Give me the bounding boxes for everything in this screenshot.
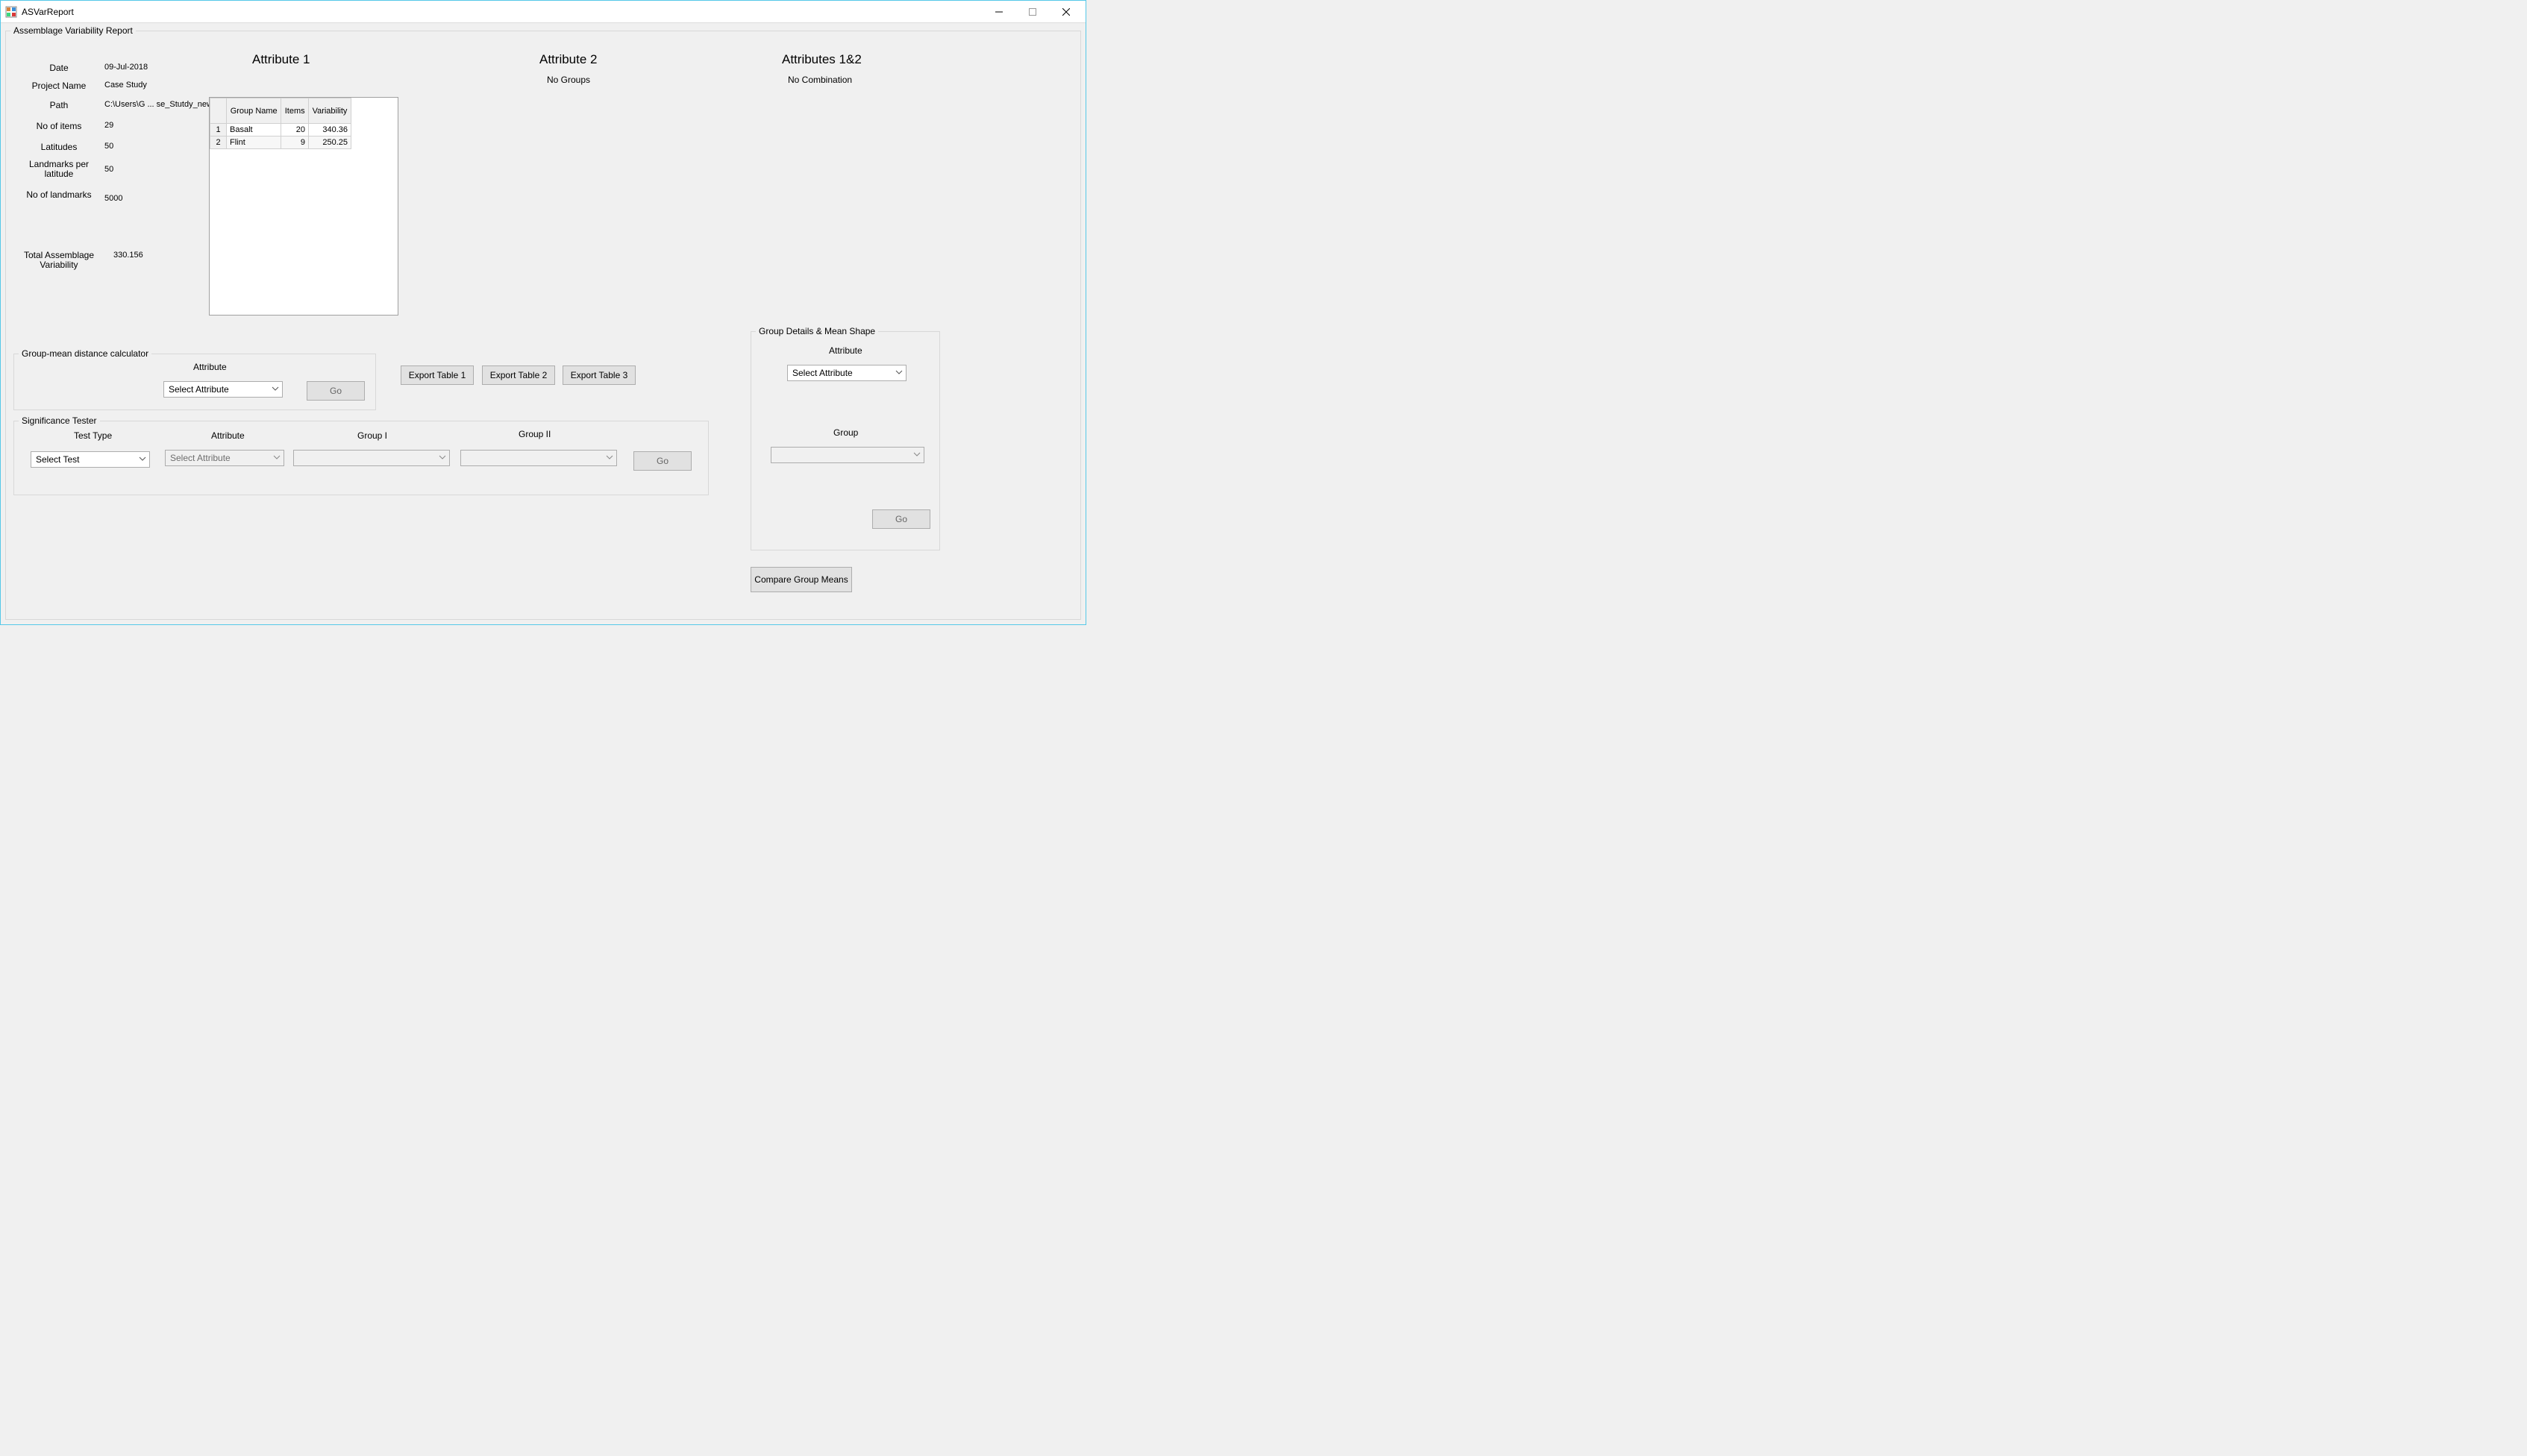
group-mean-attr-label: Attribute [193, 362, 227, 372]
window-title: ASVarReport [22, 7, 74, 17]
row-items: No of items 29 [18, 121, 113, 131]
value-project: Case Study [104, 81, 147, 91]
value-tav: 330.156 [113, 251, 143, 270]
label-date: Date [18, 63, 100, 73]
details-group-label: Group [833, 427, 858, 438]
sig-g2-label: Group II [519, 429, 551, 439]
details-attr-select[interactable]: Select Attribute [787, 365, 906, 381]
chevron-down-icon [913, 451, 921, 458]
close-icon [1062, 8, 1070, 16]
row-lpl: Landmarks per latitude 50 [18, 160, 113, 179]
label-items: No of items [18, 121, 100, 131]
table-row[interactable]: 1 Basalt 20 340.36 [210, 124, 351, 136]
label-nlm: No of landmarks [18, 189, 100, 203]
details-group-select[interactable] [771, 447, 924, 463]
export-table-3-button[interactable]: Export Table 3 [563, 365, 636, 385]
group-mean-attr-select[interactable]: Select Attribute [163, 381, 283, 398]
minimize-button[interactable] [982, 1, 1015, 22]
value-lpl: 50 [104, 165, 113, 174]
attr2-heading: Attribute 2 [539, 52, 598, 67]
report-legend: Assemblage Variability Report [10, 25, 136, 36]
chevron-down-icon [606, 454, 613, 461]
maximize-button[interactable] [1015, 1, 1049, 22]
value-nlm: 5000 [104, 194, 122, 203]
chevron-down-icon [139, 455, 146, 462]
group-mean-go-button[interactable]: Go [307, 381, 365, 401]
details-box: Group Details & Mean Shape Attribute Sel… [751, 331, 940, 550]
attr2-sub: No Groups [547, 75, 590, 85]
sig-attr-select[interactable]: Select Attribute [165, 450, 284, 466]
row-latitudes: Latitudes 50 [18, 142, 113, 152]
th-items: Items [281, 98, 309, 124]
titlebar: ASVarReport [1, 1, 1086, 23]
sig-test-type-label: Test Type [74, 430, 112, 441]
label-project: Project Name [18, 81, 100, 91]
th-groupname: Group Name [227, 98, 281, 124]
label-latitudes: Latitudes [18, 142, 100, 152]
row-project: Project Name Case Study [18, 81, 147, 91]
attr1-heading: Attribute 1 [252, 52, 310, 67]
table-row[interactable]: 2 Flint 9 250.25 [210, 136, 351, 149]
sig-g1-select[interactable] [293, 450, 450, 466]
value-date: 09-Jul-2018 [104, 63, 148, 73]
export-table-2-button[interactable]: Export Table 2 [482, 365, 555, 385]
label-lpl: Landmarks per latitude [18, 160, 100, 179]
details-attr-label: Attribute [829, 345, 862, 356]
close-button[interactable] [1049, 1, 1083, 22]
sig-go-button[interactable]: Go [633, 451, 692, 471]
sig-box: Significance Tester Test Type Attribute … [13, 421, 709, 495]
sig-g1-label: Group I [357, 430, 387, 441]
value-latitudes: 50 [104, 142, 113, 152]
chevron-down-icon [273, 454, 281, 461]
row-date: Date 09-Jul-2018 [18, 63, 148, 73]
chevron-down-icon [272, 385, 279, 392]
chevron-down-icon [895, 368, 903, 376]
attr12-heading: Attributes 1&2 [782, 52, 862, 67]
sig-g2-select[interactable] [460, 450, 617, 466]
row-path: Path C:\Users\G ... se_Stutdy_new\ [18, 100, 215, 110]
maximize-icon [1029, 8, 1036, 16]
report-groupbox: Assemblage Variability Report Date 09-Ju… [5, 31, 1081, 620]
attr12-sub: No Combination [788, 75, 852, 85]
minimize-icon [995, 8, 1003, 16]
app-icon [5, 6, 17, 18]
sig-legend: Significance Tester [19, 415, 100, 426]
label-path: Path [18, 100, 100, 110]
export-table-1-button[interactable]: Export Table 1 [401, 365, 474, 385]
label-tav: Total Assemblage Variability [18, 251, 100, 270]
sig-attr-label: Attribute [211, 430, 245, 441]
value-items: 29 [104, 121, 113, 131]
group-mean-box: Group-mean distance calculator Attribute… [13, 354, 376, 410]
th-variability: Variability [309, 98, 351, 124]
sig-test-select[interactable]: Select Test [31, 451, 150, 468]
chevron-down-icon [439, 454, 446, 461]
details-legend: Group Details & Mean Shape [756, 326, 878, 336]
row-nlm: No of landmarks 5000 [18, 189, 122, 203]
compare-group-means-button[interactable]: Compare Group Means [751, 567, 852, 592]
group-mean-legend: Group-mean distance calculator [19, 348, 151, 359]
row-tav: Total Assemblage Variability 330.156 [18, 251, 143, 270]
details-go-button[interactable]: Go [872, 509, 930, 529]
value-path: C:\Users\G ... se_Stutdy_new\ [104, 100, 215, 110]
attr1-table[interactable]: Group Name Items Variability 1 Basalt 20… [209, 97, 398, 316]
